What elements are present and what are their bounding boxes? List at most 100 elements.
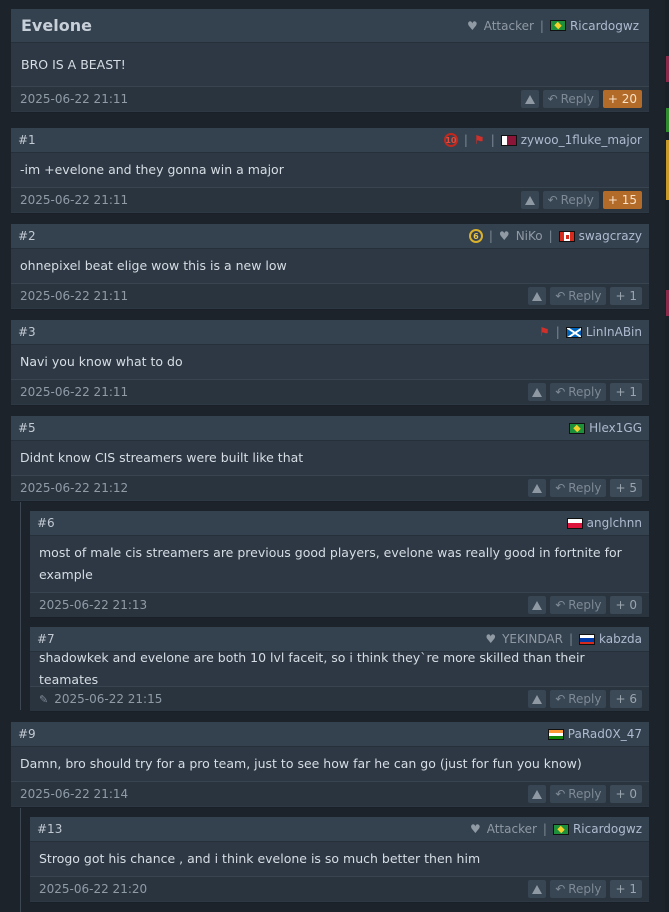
- heart-icon: ♥: [485, 632, 497, 646]
- report-button[interactable]: [520, 90, 539, 108]
- author-username[interactable]: kabzda: [599, 632, 642, 646]
- page-edge-strip: [665, 0, 669, 912]
- vote-button[interactable]: + 1: [610, 880, 642, 898]
- comment-number[interactable]: #9: [18, 727, 36, 741]
- comment: #5 Hlex1GG Didnt know CIS streamers were…: [11, 416, 649, 502]
- comment-timestamp: 2025-06-22 21:13: [39, 598, 148, 612]
- comment: #2 6 | ♥ NiKo | swagcrazy ohnepixel beat…: [11, 224, 649, 310]
- comment-footer: 2025-06-22 21:11 ↶ Reply + 1: [11, 379, 649, 404]
- comment-footer: 2025-06-22 21:13 ↶ Reply + 0: [30, 592, 649, 617]
- report-button[interactable]: [528, 690, 547, 708]
- author-username[interactable]: Ricardogwz: [570, 19, 639, 33]
- reply-thread-line: [20, 502, 21, 710]
- reply-button[interactable]: ↶ Reply: [550, 785, 607, 803]
- comment-timestamp: 2025-06-22 21:14: [20, 787, 129, 801]
- india-flag-icon: [547, 728, 564, 740]
- comment-footer: 2025-06-22 21:14 ↶ Reply + 0: [11, 781, 649, 806]
- post-timestamp: 2025-06-22 21:11: [20, 92, 129, 106]
- brazil-flag-icon: [552, 823, 569, 835]
- author-username[interactable]: zywoo_1fluke_major: [521, 133, 642, 147]
- reply-arrow-icon: ↶: [555, 385, 566, 399]
- favorite-player: NiKo: [515, 229, 543, 243]
- thread-header: Evelone ♥ Attacker | Ricardogwz: [11, 9, 649, 43]
- report-button[interactable]: [528, 596, 547, 614]
- comment-number[interactable]: #5: [18, 421, 36, 435]
- comment-header: #6 anglchnn: [30, 511, 649, 536]
- author-username[interactable]: swagcrazy: [579, 229, 642, 243]
- comment-timestamp: 2025-06-22 21:15: [54, 692, 163, 706]
- author-username[interactable]: Hlex1GG: [589, 421, 642, 435]
- comment-header: #1 10 | ⚑ | zywoo_1fluke_major: [11, 128, 649, 153]
- favorite-role: Attacker: [483, 18, 534, 33]
- faceit-level-icon: 10: [443, 133, 458, 147]
- vote-button[interactable]: + 0: [610, 785, 642, 803]
- reply-button[interactable]: ↶ Reply: [550, 479, 607, 497]
- vote-button[interactable]: + 20: [602, 90, 642, 108]
- comment-body: Didnt know CIS streamers were built like…: [20, 450, 304, 465]
- warning-icon: [532, 600, 543, 610]
- author-username[interactable]: PaRad0X_47: [568, 727, 642, 741]
- edited-pencil-icon: ✎: [39, 692, 49, 706]
- warning-icon: [532, 387, 543, 397]
- comment: #1 10 | ⚑ | zywoo_1fluke_major -im +evel…: [11, 128, 649, 214]
- report-button[interactable]: [528, 785, 547, 803]
- reply-button[interactable]: ↶ Reply: [550, 383, 607, 401]
- vote-button[interactable]: + 1: [610, 287, 642, 305]
- reply-thread-line: [20, 808, 21, 912]
- vote-button[interactable]: + 15: [602, 191, 642, 209]
- comment-header: #9 PaRad0X_47: [11, 722, 649, 747]
- reply-button[interactable]: ↶ Reply: [542, 90, 599, 108]
- author-info: ♥ Attacker | Ricardogwz: [469, 822, 642, 836]
- qatar-flag-icon: [500, 134, 517, 146]
- reply-arrow-icon: ↶: [555, 692, 566, 706]
- author-info: 10 | ⚑ | zywoo_1fluke_major: [443, 133, 642, 147]
- author-info: anglchnn: [566, 516, 642, 530]
- vote-button[interactable]: + 6: [610, 690, 642, 708]
- comment-number[interactable]: #7: [37, 632, 55, 646]
- comment-reply: #6 anglchnn most of male cis streamers a…: [30, 511, 649, 618]
- comment-timestamp: 2025-06-22 21:12: [20, 481, 129, 495]
- report-button[interactable]: [528, 287, 547, 305]
- reply-button[interactable]: ↶ Reply: [550, 287, 607, 305]
- comment-header: #2 6 | ♥ NiKo | swagcrazy: [11, 224, 649, 249]
- reply-button[interactable]: ↶ Reply: [550, 880, 607, 898]
- comment-number[interactable]: #1: [18, 133, 36, 147]
- comment-number[interactable]: #13: [37, 822, 62, 836]
- comment: #9 PaRad0X_47 Damn, bro should try for a…: [11, 722, 649, 808]
- faceit-level-icon: 6: [468, 229, 483, 243]
- comment-reply: #7 ♥ YEKINDAR | kabzda shadowkek and eve…: [30, 627, 649, 712]
- vote-button[interactable]: + 0: [610, 596, 642, 614]
- brazil-flag-icon: [549, 20, 566, 31]
- author-username[interactable]: Ricardogwz: [573, 822, 642, 836]
- scotland-flag-icon: [565, 326, 582, 338]
- comment-timestamp: 2025-06-22 21:11: [20, 193, 129, 207]
- reply-button[interactable]: ↶ Reply: [550, 596, 607, 614]
- heart-icon: ♥: [466, 18, 478, 33]
- report-button[interactable]: [528, 479, 547, 497]
- comment-timestamp: 2025-06-22 21:20: [39, 882, 148, 896]
- comment-number[interactable]: #3: [18, 325, 36, 339]
- reply-arrow-icon: ↶: [555, 598, 566, 612]
- heart-icon: ♥: [469, 822, 481, 836]
- reply-button[interactable]: ↶ Reply: [542, 191, 599, 209]
- comment-footer: 2025-06-22 21:11 ↶ Reply + 15: [11, 187, 649, 212]
- comment-number[interactable]: #6: [37, 516, 55, 530]
- post-footer: 2025-06-22 21:11 ↶ Reply + 20: [11, 86, 649, 111]
- report-button[interactable]: [520, 191, 539, 209]
- favorite-role: Attacker: [486, 822, 537, 836]
- warning-icon: [532, 789, 543, 799]
- russia-flag-icon: [579, 633, 596, 645]
- vote-button[interactable]: + 5: [610, 479, 642, 497]
- author-username[interactable]: LinInABin: [586, 325, 642, 339]
- warning-icon: [532, 483, 543, 493]
- author-username[interactable]: anglchnn: [587, 516, 642, 530]
- comment-footer: 2025-06-22 21:20 ↶ Reply + 1: [30, 876, 649, 901]
- reply-button[interactable]: ↶ Reply: [550, 690, 607, 708]
- comment-number[interactable]: #2: [18, 229, 36, 243]
- report-button[interactable]: [528, 880, 547, 898]
- vote-button[interactable]: + 1: [610, 383, 642, 401]
- report-button[interactable]: [528, 383, 547, 401]
- poland-flag-icon: [566, 517, 583, 529]
- reply-arrow-icon: ↶: [555, 787, 566, 801]
- comment-body: Strogo got his chance , and i think evel…: [39, 851, 481, 866]
